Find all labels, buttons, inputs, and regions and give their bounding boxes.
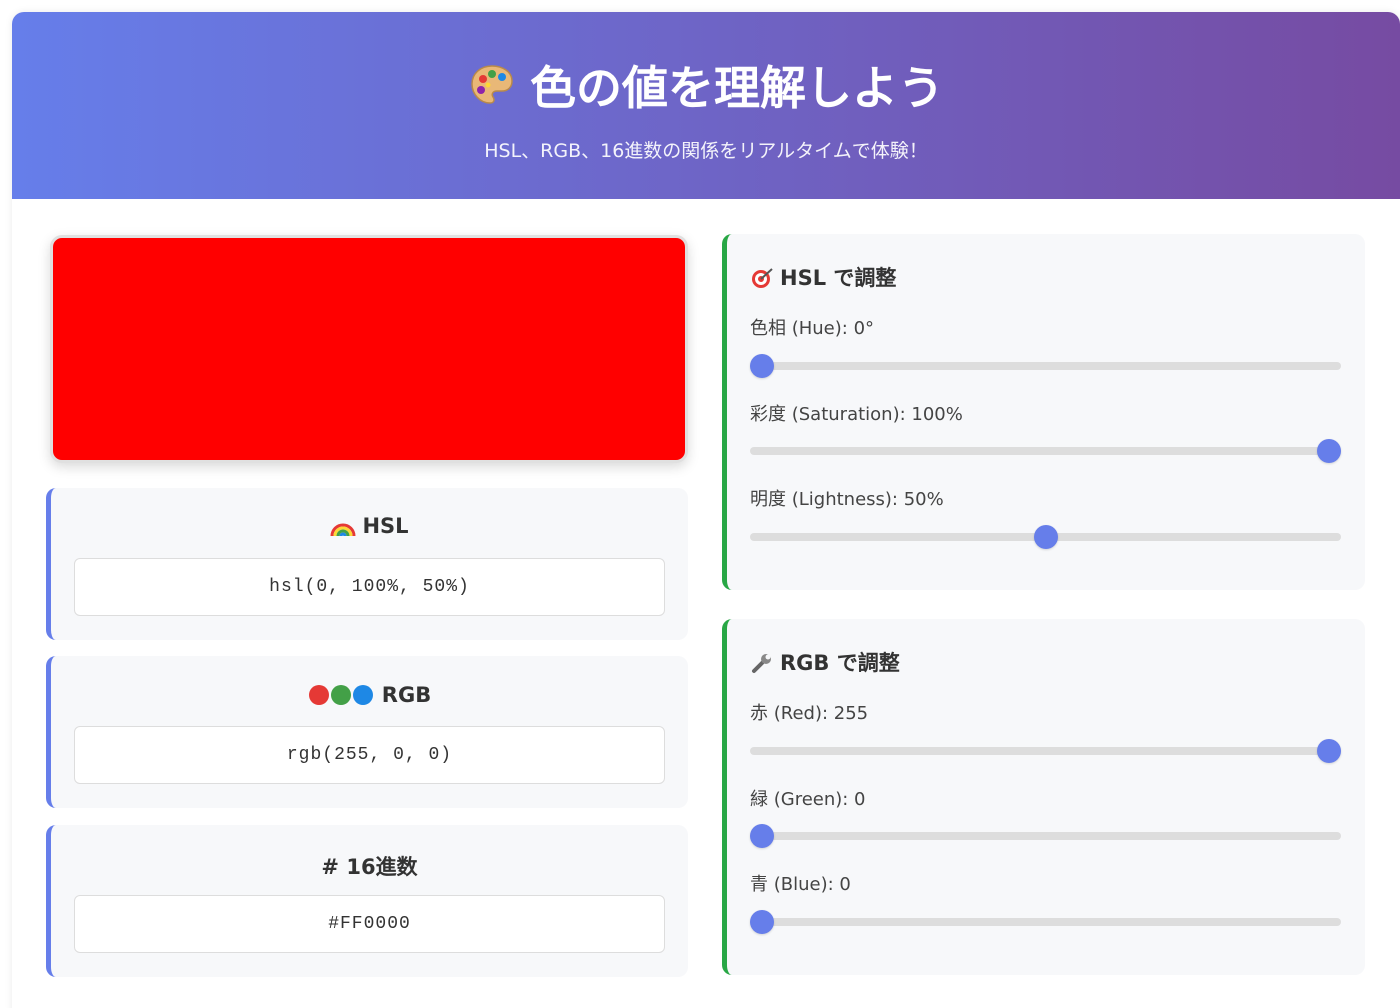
hex-value-box: # 16進数 #FF0000 bbox=[46, 825, 688, 977]
green-slider-thumb[interactable] bbox=[750, 824, 774, 848]
hsl-value-header: HSL bbox=[51, 514, 688, 538]
hsl-control-title: HSL で調整 bbox=[780, 266, 897, 290]
saturation-slider-thumb[interactable] bbox=[1317, 439, 1341, 463]
green-slider[interactable] bbox=[750, 824, 1341, 848]
lightness-label: 明度 (Lightness): 50% bbox=[750, 489, 944, 510]
rgb-value-header: RGB bbox=[51, 682, 688, 707]
rgb-control-title: RGB で調整 bbox=[780, 651, 900, 675]
hue-slider[interactable] bbox=[750, 354, 1341, 378]
lightness-slider-thumb[interactable] bbox=[1033, 525, 1058, 549]
hsl-control-header: HSL で調整 bbox=[750, 262, 896, 292]
hsl-value-title: HSL bbox=[362, 514, 409, 538]
green-label: 緑 (Green): 0 bbox=[750, 789, 866, 810]
red-label: 赤 (Red): 255 bbox=[750, 703, 869, 724]
saturation-label: 彩度 (Saturation): 100% bbox=[750, 404, 963, 425]
rgb-circles-icon bbox=[308, 682, 376, 707]
rgb-control-panel: RGB で調整 赤 (Red): 255 緑 (Green): 0 青 (Blu… bbox=[722, 619, 1365, 975]
hue-label: 色相 (Hue): 0° bbox=[750, 318, 875, 339]
hex-value-header: # 16進数 bbox=[51, 851, 688, 881]
hsl-value-box: HSL hsl(0, 100%, 50%) bbox=[46, 488, 688, 640]
hue-slider-thumb[interactable] bbox=[750, 354, 774, 378]
hex-value-title: # 16進数 bbox=[321, 855, 418, 879]
rainbow-icon bbox=[330, 514, 356, 538]
color-preview bbox=[50, 235, 688, 463]
red-slider-thumb[interactable] bbox=[1317, 739, 1341, 763]
rgb-value-field[interactable]: rgb(255, 0, 0) bbox=[74, 726, 665, 784]
blue-slider-thumb[interactable] bbox=[750, 910, 774, 934]
page-subtitle: HSL、RGB、16進数の関係をリアルタイムで体験！ bbox=[484, 140, 928, 162]
rgb-value-title: RGB bbox=[381, 682, 432, 707]
header: 色の値を理解しよう HSL、RGB、16進数の関係をリアルタイムで体験！ bbox=[12, 12, 1400, 199]
wrench-icon bbox=[750, 650, 774, 675]
page-title: 色の値を理解しよう bbox=[530, 61, 944, 115]
red-slider[interactable] bbox=[750, 739, 1341, 763]
blue-slider[interactable] bbox=[750, 910, 1341, 934]
palette-icon bbox=[468, 61, 516, 109]
saturation-slider[interactable] bbox=[750, 439, 1341, 463]
rgb-value-box: RGB rgb(255, 0, 0) bbox=[46, 656, 688, 808]
blue-label: 青 (Blue): 0 bbox=[750, 874, 851, 895]
lightness-slider[interactable] bbox=[750, 525, 1341, 549]
page-title-row: 色の値を理解しよう bbox=[12, 52, 1400, 118]
hsl-control-panel: HSL で調整 色相 (Hue): 0° 彩度 (Saturation): 10… bbox=[722, 234, 1365, 590]
app-card: 色の値を理解しよう HSL、RGB、16進数の関係をリアルタイムで体験！ HSL… bbox=[12, 12, 1400, 1008]
hex-value-field[interactable]: #FF0000 bbox=[74, 895, 665, 953]
target-icon bbox=[750, 265, 774, 290]
rgb-control-header: RGB で調整 bbox=[750, 647, 900, 677]
hsl-value-field[interactable]: hsl(0, 100%, 50%) bbox=[74, 558, 665, 616]
